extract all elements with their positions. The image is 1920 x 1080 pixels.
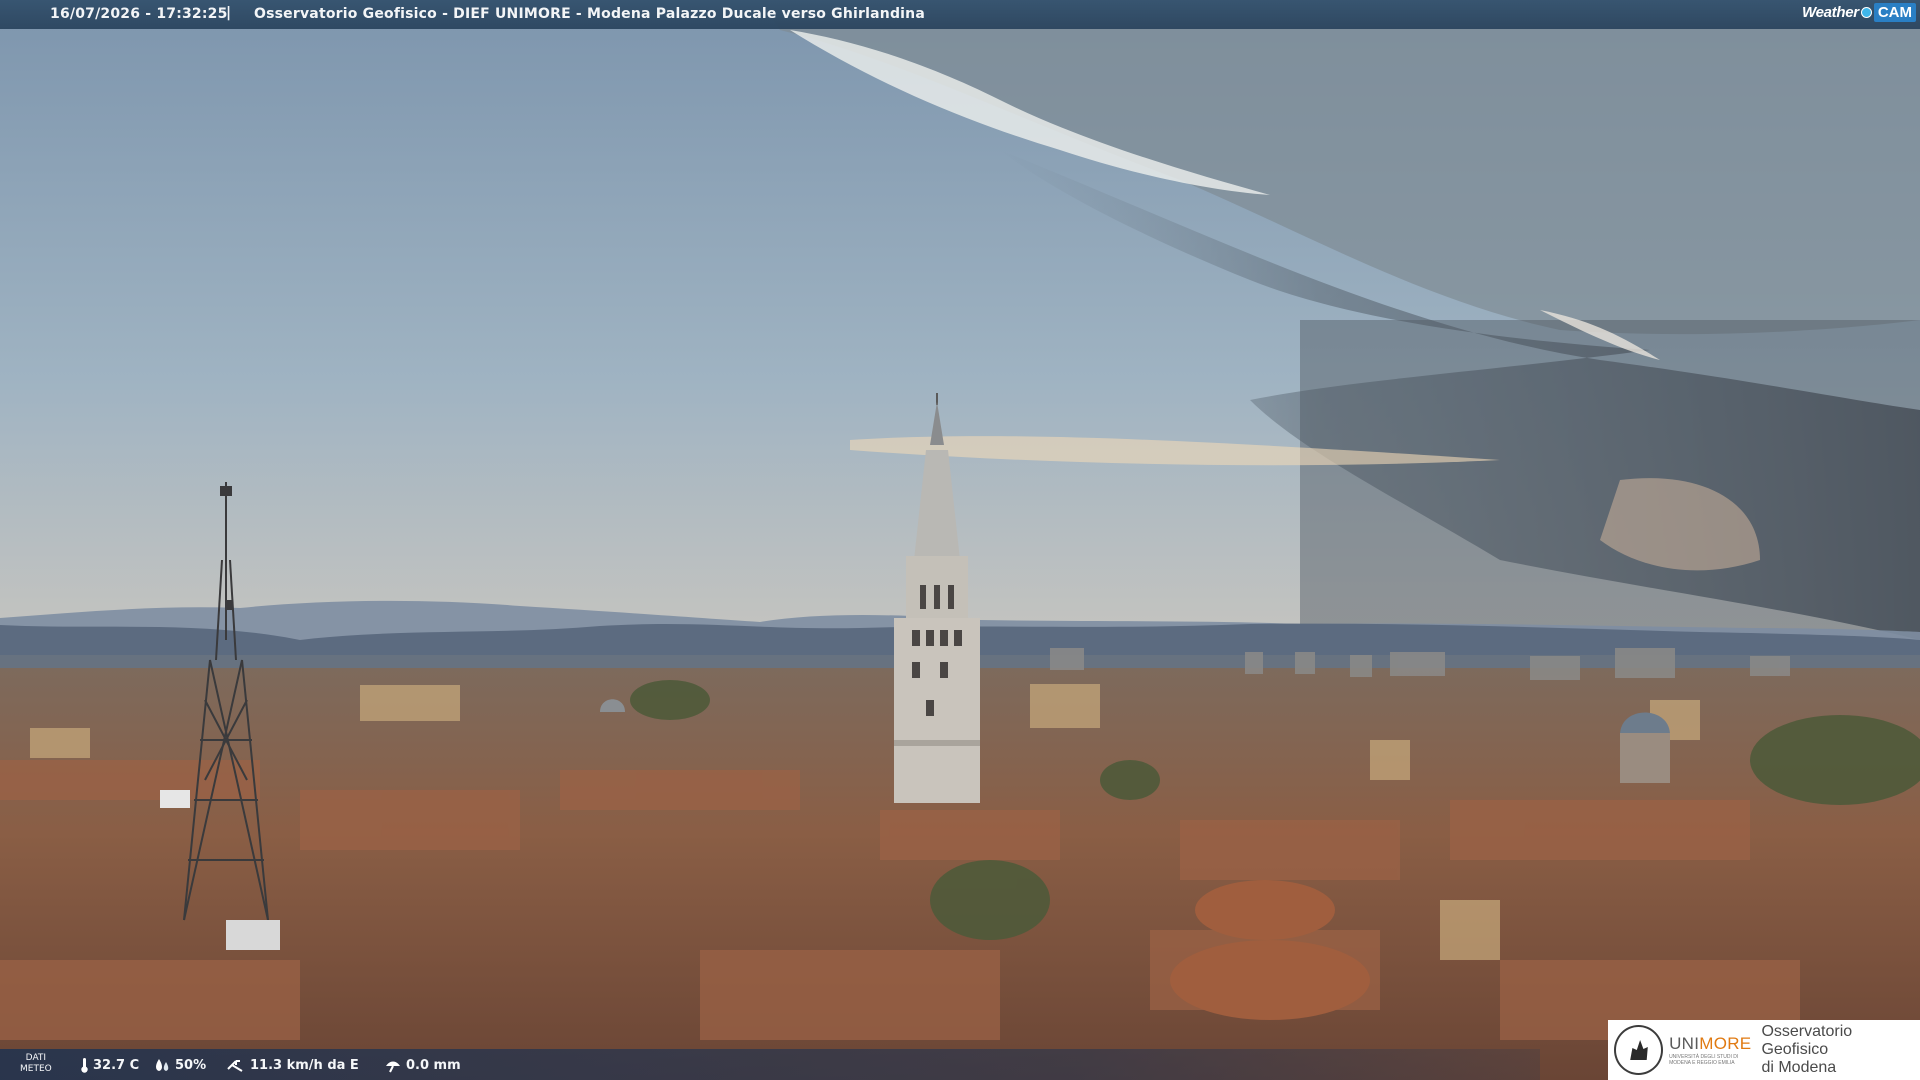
- wind-icon: [227, 1060, 243, 1072]
- wind-value: 11.3 km/h da E: [250, 1057, 359, 1073]
- unimore-observatory-logo: UNIMORE UNIVERSITÀ DEGLI STUDI DI MODENA…: [1608, 1020, 1920, 1080]
- humidity-reading: 50%: [153, 1057, 206, 1073]
- timestamp: 16/07/2026 - 17:32:25: [50, 6, 228, 22]
- temperature-reading: 32.7 C: [80, 1057, 139, 1073]
- rain-reading: 0.0 mm: [384, 1057, 461, 1073]
- weathercam-weather-text: Weather: [1802, 4, 1859, 21]
- weather-data-bar: DATI METEO 32.7 C 50% 11.3 km/h da E 0.0…: [0, 1049, 1540, 1080]
- caption-separator: |: [226, 5, 232, 21]
- humidity-value: 50%: [175, 1057, 207, 1073]
- rain-value: 0.0 mm: [406, 1057, 461, 1073]
- rain-gauge-icon: [386, 1061, 400, 1073]
- caption-bar: 16/07/2026 - 17:32:25 | Osservatorio Geo…: [0, 0, 1920, 29]
- humidity-drops-icon: [156, 1059, 169, 1071]
- weathercam-cam-text: CAM: [1873, 3, 1916, 22]
- unimore-seal-icon: [1614, 1025, 1664, 1075]
- observatory-name: Osservatorio Geofisico di Modena: [1761, 1023, 1853, 1076]
- camera-title: Osservatorio Geofisico - DIEF UNIMORE - …: [254, 6, 925, 22]
- weathercam-logo: Weather CAM: [1802, 3, 1916, 22]
- weathercam-globe-icon: [1860, 7, 1872, 18]
- temperature-value: 32.7 C: [93, 1057, 140, 1073]
- webcam-image: [0, 0, 1920, 1080]
- wind-reading: 11.3 km/h da E: [226, 1057, 359, 1073]
- dati-meteo-label: DATI METEO: [20, 1053, 52, 1074]
- unimore-wordmark: UNIMORE UNIVERSITÀ DEGLI STUDI DI MODENA…: [1669, 1034, 1752, 1066]
- thermometer-icon: [81, 1058, 88, 1073]
